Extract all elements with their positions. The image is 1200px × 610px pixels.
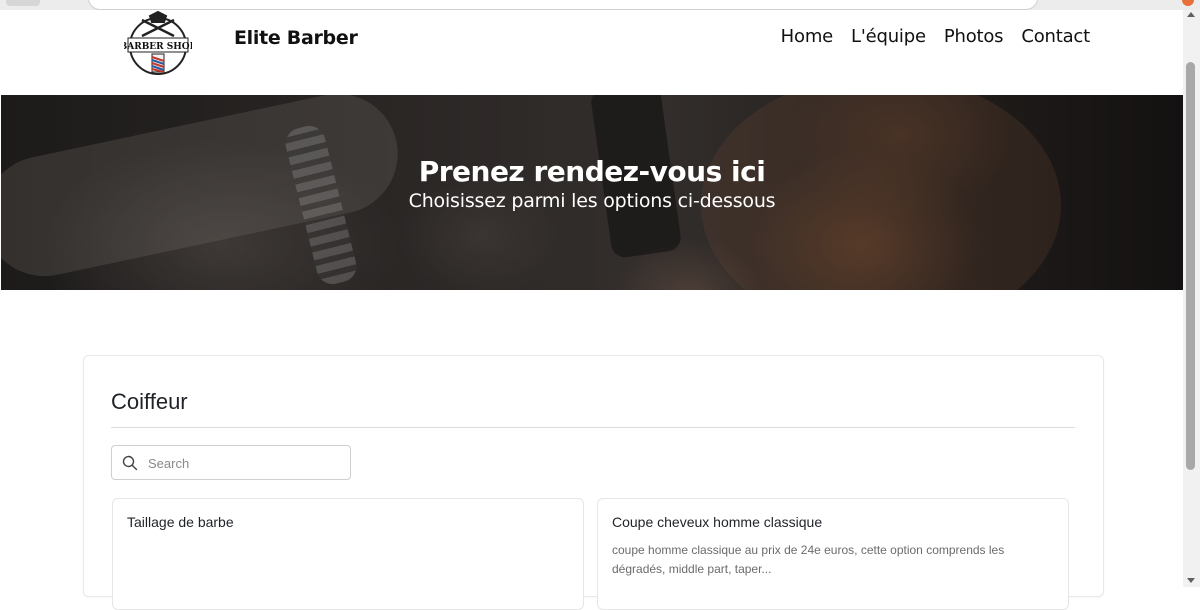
logo-text: BARBER SHOP	[124, 42, 192, 52]
nav-equipe[interactable]: L'équipe	[851, 26, 926, 47]
search-icon	[122, 455, 138, 471]
hero-subtitle: Choisissez parmi les options ci-dessous	[408, 190, 776, 212]
nav-contact[interactable]: Contact	[1021, 26, 1090, 47]
barber-shop-logo[interactable]: BARBER SHOP	[124, 10, 192, 76]
service-name: Taillage de barbe	[127, 514, 234, 530]
address-bar[interactable]	[88, 0, 1038, 10]
booking-card: Coiffeur Taillage de barbe Coupe cheveux…	[83, 355, 1104, 610]
section-title: Coiffeur	[111, 389, 188, 414]
section-divider	[111, 427, 1075, 428]
brand-name[interactable]: Elite Barber	[234, 27, 358, 49]
scroll-up-arrow-icon[interactable]	[1187, 12, 1195, 17]
hero-banner: Prenez rendez-vous ici Choisissez parmi …	[1, 95, 1183, 290]
scroll-thumb[interactable]	[1186, 62, 1195, 470]
nav-home[interactable]: Home	[781, 26, 834, 47]
service-card[interactable]: Coupe cheveux homme classique coupe homm…	[597, 498, 1069, 610]
scroll-down-arrow-icon[interactable]	[1187, 578, 1195, 583]
hero-title: Prenez rendez-vous ici	[418, 155, 766, 188]
nav-photos[interactable]: Photos	[944, 26, 1004, 47]
extension-icon[interactable]	[1182, 0, 1194, 6]
page-scrollbar[interactable]	[1183, 10, 1200, 587]
browser-chrome	[0, 0, 1200, 10]
main-nav: Home L'équipe Photos Contact	[781, 26, 1091, 47]
service-name: Coupe cheveux homme classique	[612, 514, 823, 530]
site-header: BARBER SHOP Elite Barber Home L'équipe P…	[0, 10, 1183, 95]
service-description: coupe homme classique au prix de 24e eur…	[612, 543, 1005, 576]
search-input[interactable]	[146, 452, 346, 474]
search-box[interactable]	[111, 445, 351, 480]
browser-tab[interactable]	[6, 0, 40, 6]
service-card[interactable]: Taillage de barbe	[112, 498, 584, 610]
